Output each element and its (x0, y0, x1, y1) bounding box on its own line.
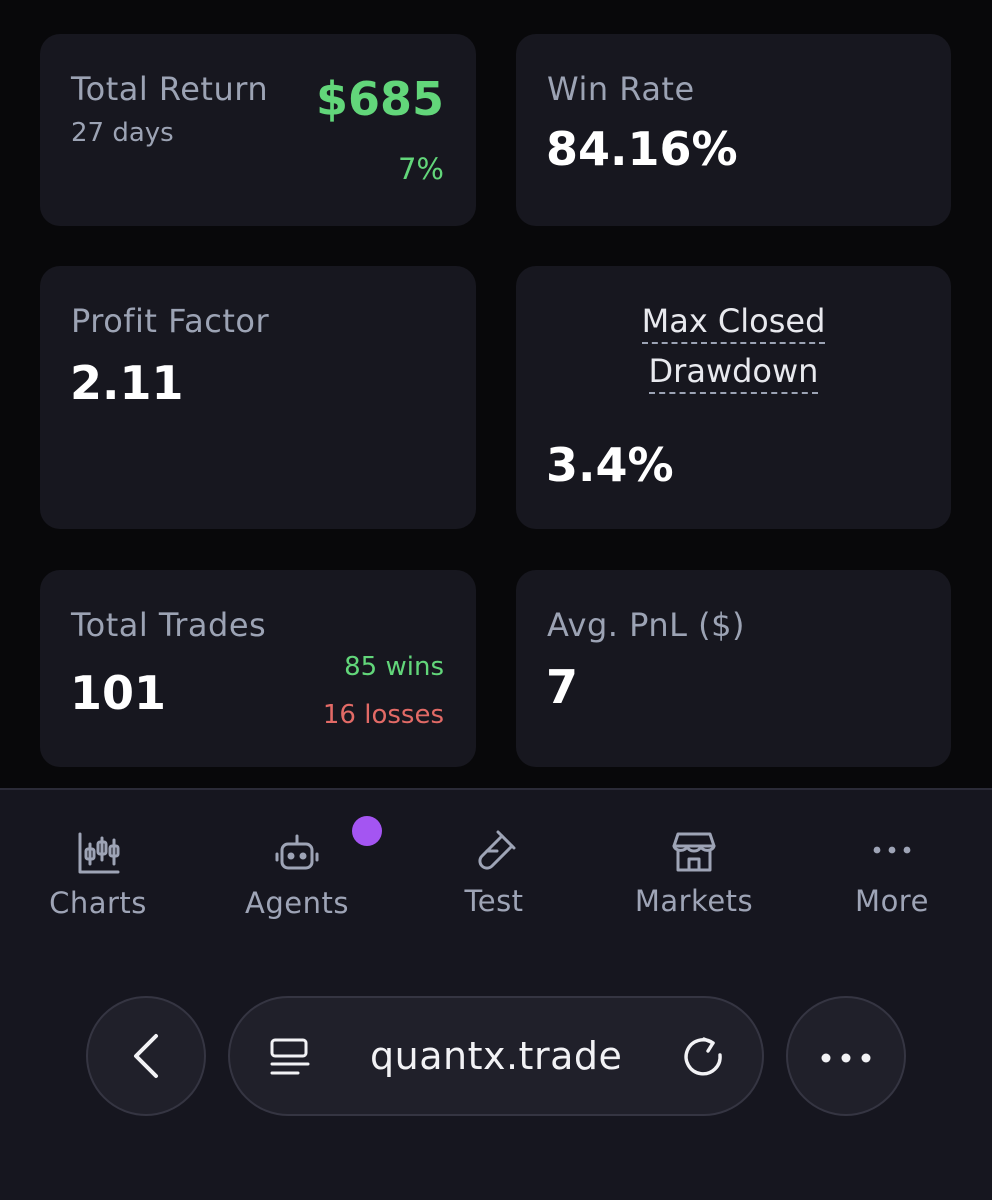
win-rate-value: 84.16% (546, 122, 738, 176)
total-return-label: Total Return (71, 70, 269, 108)
bottom-panel: Charts Agents Test Markets More quantx.t… (0, 788, 992, 1200)
avg-pnl-card: Avg. PnL ($) 7 (516, 570, 951, 767)
back-button[interactable] (86, 996, 206, 1116)
avg-pnl-value: 7 (546, 660, 579, 714)
total-trades-card: Total Trades 101 85 wins 16 losses (40, 570, 476, 767)
storefront-icon (670, 828, 718, 876)
total-return-card: Total Return 27 days $685 7% (40, 34, 476, 226)
nav-label-markets: Markets (634, 884, 754, 918)
total-return-percent: 7% (397, 152, 444, 186)
agents-notification-dot (352, 816, 382, 846)
max-drawdown-card[interactable]: Max Closed Drawdown 3.4% (516, 266, 951, 529)
nav-item-test[interactable]: Test (414, 828, 574, 938)
nav-label-test: Test (464, 884, 524, 918)
max-drawdown-label-line2[interactable]: Drawdown (516, 352, 951, 394)
total-trades-value: 101 (70, 666, 167, 720)
nav-label-agents: Agents (245, 886, 349, 920)
robot-icon (273, 830, 321, 878)
candlestick-chart-icon (74, 830, 122, 878)
losses-count: 16 losses (322, 700, 444, 730)
profit-factor-value: 2.11 (70, 356, 184, 410)
nav-label-more: More (855, 884, 929, 918)
more-horizontal-icon (820, 1044, 876, 1076)
test-tube-icon (470, 828, 518, 876)
reload-icon[interactable] (682, 1036, 726, 1084)
nav-label-charts: Charts (49, 886, 147, 920)
profit-factor-label: Profit Factor (71, 302, 270, 340)
nav-item-more[interactable]: More (812, 828, 972, 938)
chevron-left-icon (124, 1032, 172, 1084)
page-menu-icon[interactable] (268, 1036, 312, 1084)
profit-factor-card: Profit Factor 2.11 (40, 266, 476, 529)
nav-item-markets[interactable]: Markets (614, 828, 774, 938)
avg-pnl-label: Avg. PnL ($) (547, 606, 745, 644)
wins-count: 85 wins (344, 652, 444, 682)
app-screen: Total Return 27 days $685 7% Win Rate 84… (0, 0, 992, 1200)
url-text[interactable]: quantx.trade (370, 1034, 622, 1078)
total-trades-label: Total Trades (71, 606, 267, 644)
win-rate-card: Win Rate 84.16% (516, 34, 951, 226)
more-horizontal-icon (868, 828, 916, 876)
address-bar[interactable]: quantx.trade (228, 996, 764, 1116)
total-return-period: 27 days (71, 118, 174, 148)
max-drawdown-value: 3.4% (546, 438, 674, 492)
win-rate-label: Win Rate (547, 70, 695, 108)
nav-item-agents[interactable]: Agents (217, 830, 377, 940)
nav-item-charts[interactable]: Charts (18, 830, 178, 940)
browser-menu-button[interactable] (786, 996, 906, 1116)
max-drawdown-label[interactable]: Max Closed (516, 302, 951, 344)
total-return-value: $685 (315, 72, 444, 126)
